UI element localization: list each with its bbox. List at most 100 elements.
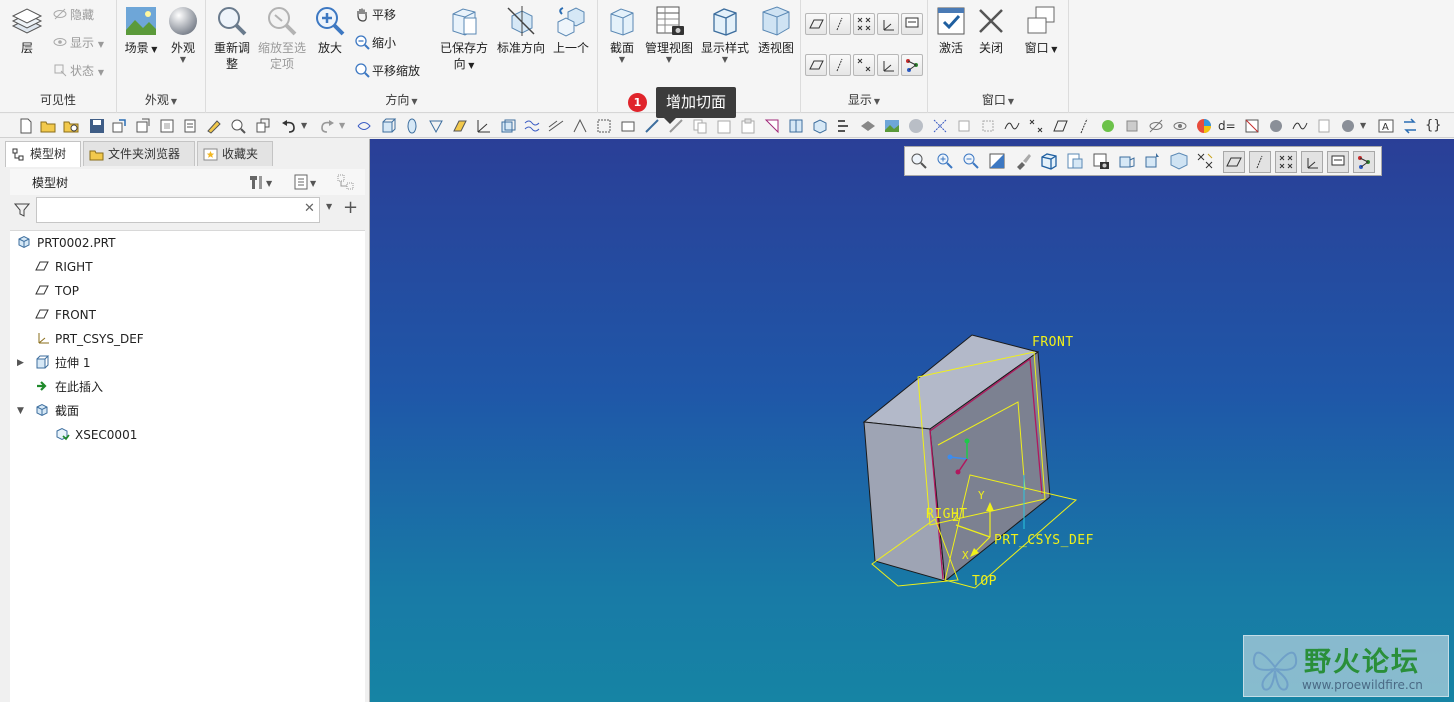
- manage-views-view-button[interactable]: [1091, 151, 1113, 173]
- feature-tool-3[interactable]: [427, 117, 445, 135]
- feature-tool-34[interactable]: [1171, 117, 1189, 135]
- feature-tool-15[interactable]: [715, 117, 733, 135]
- feature-tool-31[interactable]: [1099, 117, 1117, 135]
- feature-tool-30[interactable]: [1075, 117, 1093, 135]
- csys-display-toggle[interactable]: [1301, 151, 1323, 173]
- save-button[interactable]: [88, 117, 106, 135]
- repaint-button[interactable]: [987, 151, 1009, 173]
- tree-filter-input[interactable]: [36, 197, 320, 223]
- zoom-out-view-button[interactable]: [961, 151, 983, 173]
- plane-display-button[interactable]: [805, 13, 827, 35]
- model-tool-1[interactable]: [134, 117, 152, 135]
- point-tag-button[interactable]: [853, 54, 875, 76]
- sketch-tool-1[interactable]: [355, 117, 373, 135]
- add-filter-icon[interactable]: +: [343, 197, 358, 218]
- braces-button[interactable]: {}: [1425, 117, 1443, 135]
- section-button[interactable]: 截面 ▼: [602, 4, 642, 64]
- axis-tag-button[interactable]: [829, 54, 851, 76]
- feature-tool-5[interactable]: [475, 117, 493, 135]
- refit-view-button[interactable]: [909, 151, 931, 173]
- display-style-view-button[interactable]: [1039, 151, 1061, 173]
- show-button[interactable]: 显示 ▼: [52, 33, 104, 53]
- feature-tool-8[interactable]: [547, 117, 565, 135]
- feature-tool-32[interactable]: [1123, 117, 1141, 135]
- feature-tool-28[interactable]: [1027, 117, 1045, 135]
- regenerate-button[interactable]: [110, 117, 128, 135]
- point-display-toggle[interactable]: [1275, 151, 1297, 173]
- tab-folder-browser[interactable]: 文件夹浏览器: [83, 141, 195, 166]
- more-dropdown[interactable]: ▼: [1360, 117, 1370, 135]
- pan-button[interactable]: 平移: [354, 5, 396, 25]
- tree-item-front[interactable]: FRONT: [34, 303, 96, 327]
- appearance-button[interactable]: 外观 ▼: [165, 4, 201, 64]
- plane-tag-button[interactable]: [805, 54, 827, 76]
- plane-display-toggle[interactable]: [1223, 151, 1245, 173]
- pan-zoom-button[interactable]: 平移缩放: [354, 61, 420, 81]
- feature-tool-19[interactable]: [811, 117, 829, 135]
- right-datum-label[interactable]: RIGHT: [926, 507, 968, 522]
- tree-item-top[interactable]: TOP: [34, 279, 79, 303]
- tab-favorites[interactable]: 收藏夹: [197, 141, 273, 166]
- feature-tool-20[interactable]: [835, 117, 853, 135]
- window-button[interactable]: 窗口 ▼: [1020, 4, 1062, 58]
- tree-item-insert-here[interactable]: 在此插入: [34, 375, 103, 399]
- spin-center-button[interactable]: [901, 54, 923, 76]
- clear-filter-icon[interactable]: ✕: [304, 201, 315, 216]
- redo-dropdown[interactable]: ▼: [339, 117, 349, 135]
- display-style-button[interactable]: 显示样式 ▼: [698, 4, 752, 64]
- spin-center-toggle[interactable]: [1353, 151, 1375, 173]
- axis-display-button[interactable]: [829, 13, 851, 35]
- hide-button[interactable]: 隐藏: [52, 5, 94, 25]
- annotation-display-button[interactable]: [901, 13, 923, 35]
- point-display-button[interactable]: [853, 13, 875, 35]
- feature-tool-26[interactable]: [979, 117, 997, 135]
- feature-tool-29[interactable]: [1051, 117, 1069, 135]
- saved-orientation-view-button[interactable]: [1065, 151, 1087, 173]
- zoom-in-button[interactable]: 放大: [310, 4, 350, 56]
- scene-button[interactable]: 场景 ▼: [121, 4, 161, 58]
- feature-tool-7[interactable]: [523, 117, 541, 135]
- feature-tool-43[interactable]: [1401, 117, 1419, 135]
- graphics-viewport[interactable]: FRONT RIGHT TOP PRT_CSYS_DEF Y X Z: [370, 139, 1454, 702]
- feature-tool-24[interactable]: [931, 117, 949, 135]
- zoom-to-selected-button[interactable]: 缩放至选 定项: [256, 4, 308, 72]
- feature-tool-14[interactable]: [691, 117, 709, 135]
- feature-tool-9[interactable]: [571, 117, 589, 135]
- feature-tool-1[interactable]: [379, 117, 397, 135]
- feature-tool-6[interactable]: [499, 117, 517, 135]
- feature-tool-17[interactable]: [763, 117, 781, 135]
- tree-item-xsec[interactable]: XSEC0001: [54, 423, 137, 447]
- perspective-view-button[interactable]: [1169, 151, 1191, 173]
- tree-item-csys[interactable]: PRT_CSYS_DEF: [34, 327, 144, 351]
- feature-tool-12[interactable]: [643, 117, 661, 135]
- relations-button[interactable]: d=: [1218, 117, 1240, 135]
- model-tool-2[interactable]: [158, 117, 176, 135]
- annotation-display-toggle[interactable]: [1327, 151, 1349, 173]
- layer-button[interactable]: 层: [8, 4, 46, 56]
- zoom-in-view-button[interactable]: [935, 151, 957, 173]
- csys-label[interactable]: PRT_CSYS_DEF: [994, 533, 1094, 548]
- filter-icon[interactable]: [14, 202, 30, 218]
- feature-tool-41[interactable]: [1339, 117, 1357, 135]
- new-file-button[interactable]: [17, 117, 35, 135]
- feature-tool-38[interactable]: [1267, 117, 1285, 135]
- feature-tool-16[interactable]: [739, 117, 757, 135]
- feature-tool-23[interactable]: [907, 117, 925, 135]
- appearance-view-button[interactable]: [1013, 151, 1035, 173]
- open-button[interactable]: [39, 117, 57, 135]
- refit-button[interactable]: 重新调整: [212, 4, 252, 72]
- feature-tool-21[interactable]: [859, 117, 877, 135]
- open-recent-button[interactable]: [62, 117, 80, 135]
- model-view[interactable]: [370, 139, 1454, 702]
- feature-tool-27[interactable]: [1003, 117, 1021, 135]
- feature-tool-18[interactable]: [787, 117, 805, 135]
- feature-tool-25[interactable]: [955, 117, 973, 135]
- feature-tool-35[interactable]: [1195, 117, 1213, 135]
- previous-orientation-button[interactable]: 上一个: [550, 4, 592, 56]
- saved-orientations-button[interactable]: 已保存方向 ▼: [438, 4, 490, 74]
- status-button[interactable]: 状态 ▼: [52, 61, 104, 81]
- undo-button[interactable]: [280, 117, 298, 135]
- tab-model-tree[interactable]: 模型树: [5, 141, 81, 167]
- collapse-arrow[interactable]: ▼: [17, 399, 29, 423]
- tree-item-root[interactable]: PRT0002.PRT: [16, 231, 115, 255]
